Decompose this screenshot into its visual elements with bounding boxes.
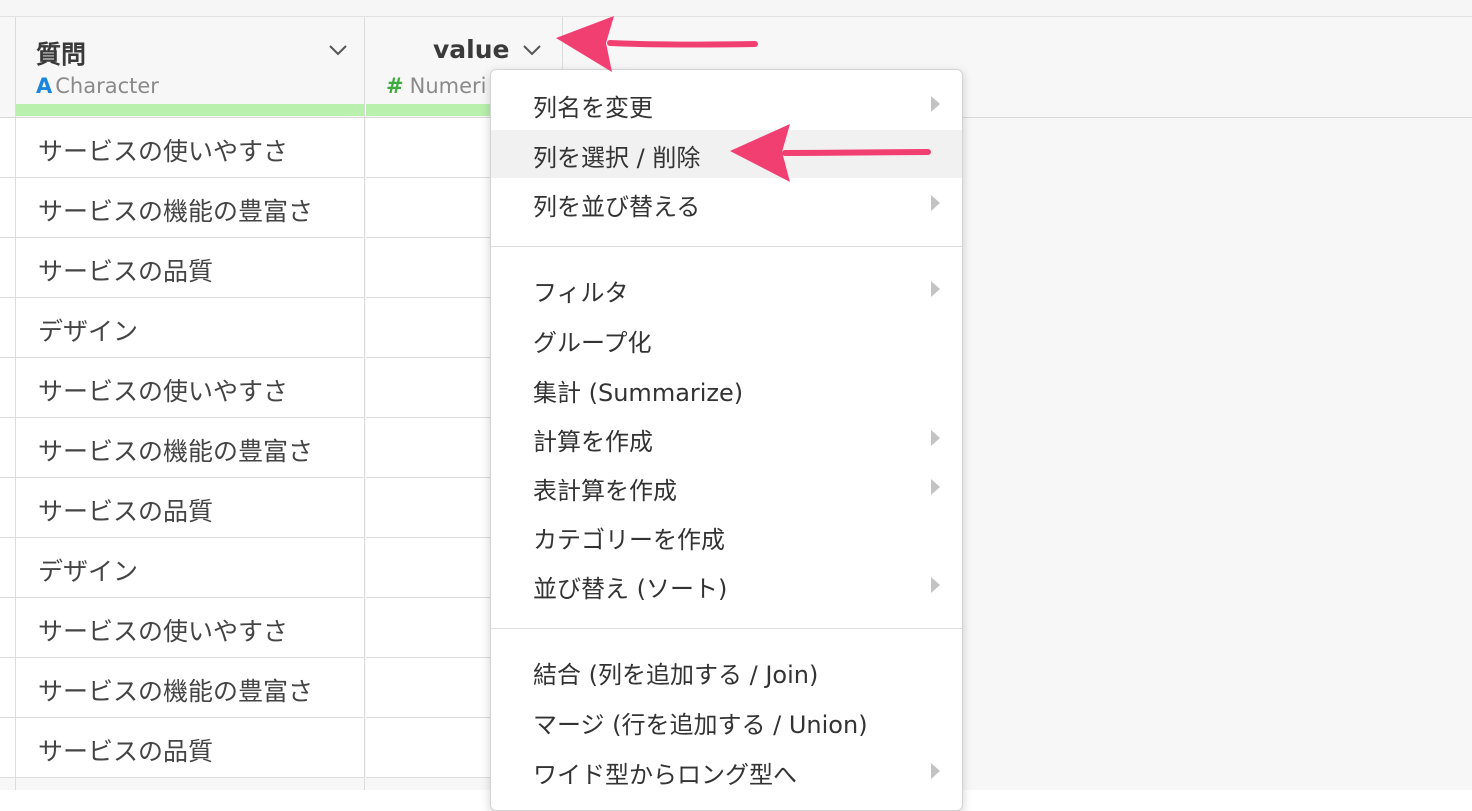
cell-text: サービスの品質: [38, 257, 214, 286]
column-name: value: [433, 35, 510, 64]
menu-item-label: 表計算を作成: [533, 477, 677, 505]
menu-item-label: カテゴリーを作成: [533, 526, 725, 554]
table-cell[interactable]: サービスの機能の豊富さ: [16, 418, 364, 478]
chevron-right-icon: [931, 577, 940, 593]
top-toolbar: [0, 0, 1472, 17]
row-gutter-cell: [0, 598, 15, 658]
column-header-question[interactable]: 質問 A Character: [16, 17, 364, 117]
cell-text: サービスの品質: [38, 497, 214, 526]
row-gutter-cell: [0, 298, 15, 358]
column-type: # Numeri: [386, 74, 486, 98]
character-type-icon: A: [36, 74, 53, 98]
row-gutter-cell: [0, 358, 15, 418]
column-divider: [364, 17, 365, 790]
menu-item-label: 列名を変更: [533, 94, 653, 122]
column-quality-bar: [16, 104, 364, 116]
menu-item-join[interactable]: 結合 (列を追加する / Join): [491, 647, 962, 695]
menu-item-label: 並び替え (ソート): [533, 575, 728, 603]
menu-item-wide-to-long[interactable]: ワイド型からロング型へ: [491, 747, 962, 795]
chevron-right-icon: [931, 195, 940, 211]
cell-text: デザイン: [38, 557, 139, 586]
numeric-type-icon: #: [386, 74, 404, 98]
cell-text: サービスの使いやすさ: [38, 617, 289, 646]
table-cell[interactable]: サービスの品質: [16, 478, 364, 538]
menu-item-create-calculation[interactable]: 計算を作成: [491, 414, 962, 462]
cell-text: デザイン: [38, 317, 139, 346]
menu-item-label: 列を並び替える: [533, 193, 701, 221]
menu-item-union[interactable]: マージ (行を追加する / Union): [491, 697, 962, 745]
row-gutter-cell: [0, 418, 15, 478]
table-cell[interactable]: サービスの機能の豊富さ: [16, 178, 364, 238]
row-gutter-cell: [0, 238, 15, 298]
cell-text: サービスの使いやすさ: [38, 137, 289, 166]
chevron-down-icon[interactable]: [522, 43, 542, 57]
table-cell[interactable]: デザイン: [16, 298, 364, 358]
menu-item-summarize[interactable]: 集計 (Summarize): [491, 365, 962, 413]
column-type: A Character: [36, 74, 159, 98]
column-type-label: Character: [55, 74, 159, 98]
column-context-menu: 列名を変更 列を選択 / 削除 列を並び替える フィルタ グループ化 集計 (S…: [490, 69, 963, 811]
row-gutter-cell: [0, 178, 15, 238]
menu-separator: [491, 246, 962, 247]
chevron-right-icon: [931, 479, 940, 495]
menu-item-select-delete-column[interactable]: 列を選択 / 削除: [491, 130, 962, 178]
cell-text: サービスの機能の豊富さ: [38, 677, 314, 706]
table-cell[interactable]: デザイン: [16, 538, 364, 598]
table-cell[interactable]: サービスの品質: [16, 718, 364, 778]
cell-text: サービスの使いやすさ: [38, 377, 289, 406]
menu-item-create-category[interactable]: カテゴリーを作成: [491, 512, 962, 560]
row-gutter-cell: [0, 538, 15, 598]
menu-item-label: フィルタ: [533, 279, 629, 307]
cell-text: サービスの機能の豊富さ: [38, 437, 314, 466]
menu-item-create-table-calculation[interactable]: 表計算を作成: [491, 463, 962, 511]
menu-item-rename-column[interactable]: 列名を変更: [491, 80, 962, 128]
row-gutter-cell: [0, 478, 15, 538]
menu-item-label: 計算を作成: [533, 428, 653, 456]
menu-item-filter[interactable]: フィルタ: [491, 265, 962, 313]
table-cell[interactable]: サービスの使いやすさ: [16, 598, 364, 658]
column-name: 質問: [36, 40, 87, 69]
table-cell[interactable]: サービスの機能の豊富さ: [16, 658, 364, 718]
menu-item-label: 集計 (Summarize): [533, 379, 744, 407]
table-cell[interactable]: サービスの品質: [16, 238, 364, 298]
table-cell[interactable]: サービスの使いやすさ: [16, 358, 364, 418]
chevron-right-icon: [931, 430, 940, 446]
menu-item-label: ワイド型からロング型へ: [533, 761, 797, 789]
chevron-right-icon: [931, 281, 940, 297]
column-divider: [15, 17, 16, 790]
row-gutter-cell: [0, 118, 15, 178]
column-type-label: Numeri: [409, 74, 487, 98]
table-cell[interactable]: サービスの使いやすさ: [16, 118, 364, 178]
menu-item-group-by[interactable]: グループ化: [491, 315, 962, 363]
chevron-right-icon: [931, 96, 940, 112]
chevron-down-icon[interactable]: [328, 43, 348, 57]
menu-item-label: 結合 (列を追加する / Join): [533, 661, 819, 689]
menu-item-sort[interactable]: 並び替え (ソート): [491, 561, 962, 609]
menu-item-label: マージ (行を追加する / Union): [533, 711, 868, 739]
chevron-right-icon: [931, 763, 940, 779]
menu-item-reorder-columns[interactable]: 列を並び替える: [491, 179, 962, 227]
menu-item-label: 列を選択 / 削除: [533, 144, 701, 172]
cell-text: サービスの品質: [38, 737, 214, 766]
row-gutter-cell: [0, 658, 15, 718]
row-gutter-cell: [0, 718, 15, 778]
cell-text: サービスの機能の豊富さ: [38, 197, 314, 226]
menu-item-label: グループ化: [533, 329, 652, 357]
menu-separator: [491, 628, 962, 629]
